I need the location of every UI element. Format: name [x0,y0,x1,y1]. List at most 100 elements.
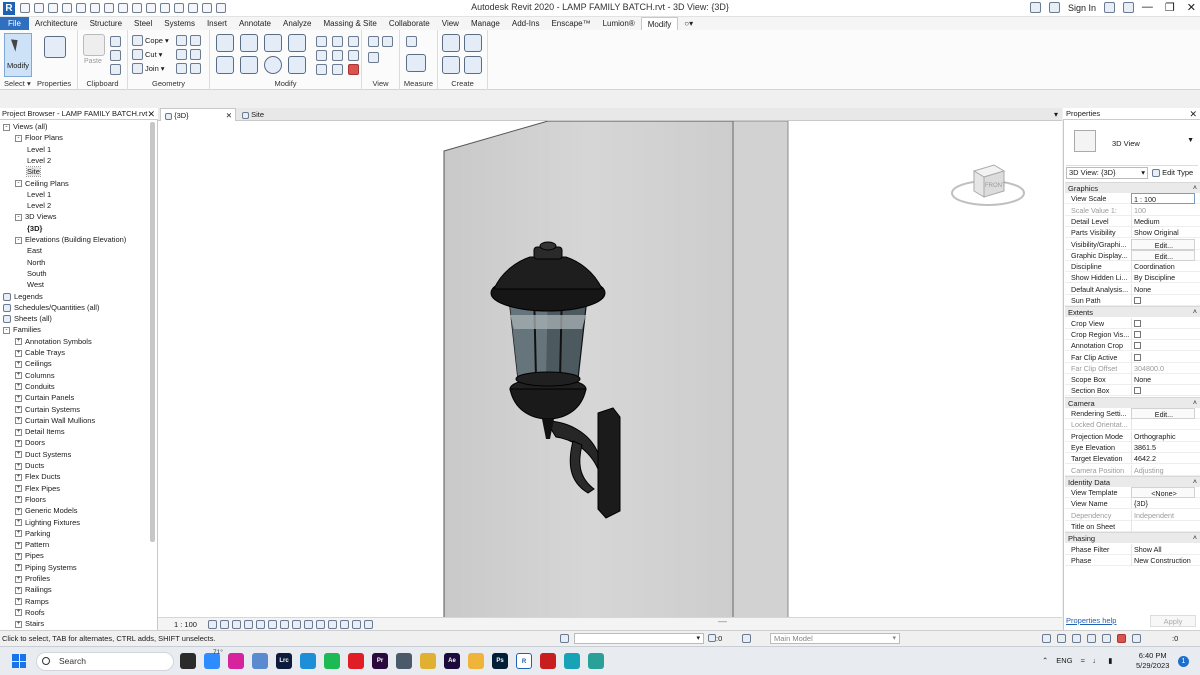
tree-item[interactable]: + Profiles [15,573,50,584]
tab-manage[interactable]: Manage [465,17,506,30]
property-edit-button[interactable]: Edit... [1131,408,1195,419]
temp-hide-icon[interactable] [304,620,313,629]
tree-item[interactable]: - Views (all) [3,121,47,132]
expand-icon[interactable]: + [15,417,22,425]
join-button[interactable]: Join ▾ [132,63,165,74]
type-selector[interactable]: 3D View ▼ [1066,124,1198,166]
premiere-app-icon[interactable]: Pr [372,653,388,669]
tree-item[interactable]: + Roofs [15,607,45,618]
tree-item[interactable]: + Lighting Fixtures [15,517,80,528]
spotify-app-icon[interactable] [324,653,340,669]
viewcube[interactable]: FRONT [948,151,1028,211]
apply-button[interactable]: Apply [1150,615,1196,627]
properties-icon[interactable] [44,36,66,58]
property-value[interactable]: {3D} [1131,498,1195,510]
property-value[interactable]: 1 : 100 [1131,193,1195,205]
app-gray-icon[interactable] [396,653,412,669]
tree-item[interactable]: + Flex Ducts [15,471,60,482]
collapse-icon[interactable]: - [15,213,22,221]
cart-icon[interactable] [1104,2,1115,13]
paint-icon[interactable] [190,35,201,46]
cut-button[interactable]: Cut ▾ [132,49,162,60]
clock[interactable]: 6:40 PM 5/29/2023 [1136,651,1169,671]
expand-icon[interactable]: + [15,530,22,538]
save-icon[interactable] [34,3,44,13]
windows-start-icon[interactable] [12,654,26,668]
expand-icon[interactable]: + [15,451,22,459]
tree-item[interactable]: -3D Views [15,211,57,222]
expand-icon[interactable]: + [15,349,22,357]
tree-item[interactable]: South [27,268,47,279]
property-section[interactable]: Identity Data ˄ [1065,475,1200,487]
tree-item[interactable]: Sheets (all) [3,313,52,324]
tree-item[interactable]: + Annotation Symbols [15,336,92,347]
wifi-icon[interactable]: ≈ [1081,656,1085,665]
mirror-axis-icon[interactable] [264,34,282,52]
editable-only-icon[interactable] [708,634,716,642]
tree-item[interactable]: + Flex Pipes [15,483,60,494]
3d-viewport[interactable]: FRONT [158,121,1062,630]
analytical-model-icon[interactable] [340,620,349,629]
beam-join-icon[interactable] [176,63,187,74]
tree-item[interactable]: + Ceilings [15,358,52,369]
property-checkbox[interactable] [1131,340,1195,352]
view-scale[interactable]: 1 : 100 [174,620,197,629]
properties-help-link[interactable]: Properties help [1066,616,1116,625]
tree-item[interactable]: + Generic Models [15,505,78,516]
tree-item[interactable]: + Curtain Panels [15,392,74,403]
property-value[interactable]: 4642.2 [1131,453,1195,465]
close-hidden-icon[interactable] [202,3,212,13]
folder-app-icon[interactable] [468,653,484,669]
expand-icon[interactable]: + [15,338,22,346]
property-checkbox[interactable] [1131,385,1195,397]
tab-analyze[interactable]: Analyze [277,17,317,30]
tree-item[interactable]: Level 1 [27,144,51,155]
copy-element-icon[interactable] [240,56,258,74]
expand-icon[interactable]: + [15,360,22,368]
modify-button[interactable]: Modify [4,33,32,77]
tree-item[interactable]: Schedules/Quantities (all) [3,302,99,313]
mirror-draw-icon[interactable] [288,34,306,52]
property-value[interactable]: Coordination [1131,261,1195,273]
move-icon[interactable] [216,56,234,74]
expand-icon[interactable]: + [15,552,22,560]
volume-icon[interactable]: ♩ [1093,656,1101,665]
expand-icon[interactable]: + [15,406,22,414]
property-section[interactable]: Phasing ˄ [1065,532,1200,544]
close-icon[interactable]: ✕ [1187,1,1196,14]
tree-item[interactable]: + Curtain Wall Mullions [15,415,95,426]
measure-between-icon[interactable] [406,36,417,47]
create-parts-icon[interactable] [464,34,482,52]
tree-item[interactable]: + Ducts [15,460,44,471]
property-value[interactable]: None [1131,374,1195,386]
unpin-icon[interactable] [348,50,359,61]
create-similar-icon[interactable] [464,56,482,74]
edit-type-button[interactable]: Edit Type [1152,167,1193,179]
tree-item[interactable]: + Pipes [15,550,44,561]
close-icon[interactable]: ✕ [147,108,155,120]
design-option-selector[interactable]: Main Model ▾ [770,633,900,644]
tab-3d-view[interactable]: {3D} ✕ [160,108,236,121]
tree-item[interactable]: + Conduits [15,381,55,392]
property-value[interactable] [1131,521,1195,532]
array-icon[interactable] [316,50,327,61]
tree-item[interactable]: + Railings [15,584,52,595]
tab-structure[interactable]: Structure [84,17,128,30]
remove-paint-icon[interactable] [190,63,201,74]
select-by-face-icon[interactable] [1087,634,1096,643]
tab-architecture[interactable]: Architecture [29,17,84,30]
thin-lines-icon[interactable] [188,3,198,13]
dimension-icon[interactable] [118,3,128,13]
text-icon[interactable] [146,3,156,13]
override-icon[interactable] [382,36,393,47]
tab-site-view[interactable]: Site [238,108,318,121]
tab-steel[interactable]: Steel [128,17,158,30]
shadows-icon[interactable] [244,620,253,629]
property-checkbox[interactable] [1131,328,1195,340]
acrobat-app-icon[interactable] [540,653,556,669]
property-value[interactable]: By Discipline [1131,272,1195,284]
split-gap-icon[interactable] [332,36,343,47]
tab-lumion[interactable]: Lumion® [597,17,641,30]
expand-icon[interactable]: + [15,485,22,493]
project-browser-scrollbar[interactable] [150,122,155,542]
